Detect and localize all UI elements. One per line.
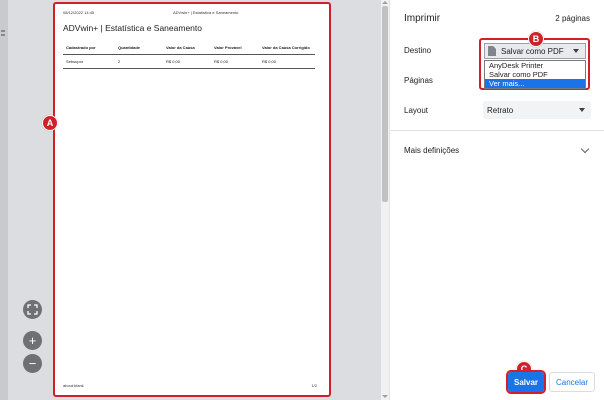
cancel-button[interactable]: Cancelar — [549, 372, 595, 392]
dropdown-option-see-more[interactable]: Ver mais... — [485, 79, 585, 88]
save-button[interactable]: Salvar — [506, 370, 546, 394]
zoom-out-button[interactable]: − — [23, 354, 42, 373]
section-divider — [390, 130, 604, 131]
document-icon — [488, 46, 496, 56]
scroll-up-arrow-icon[interactable] — [382, 1, 388, 4]
more-settings-toggle[interactable]: Mais definições — [404, 146, 459, 155]
pages-label: Páginas — [404, 76, 433, 85]
annotation-badge-a: A — [42, 115, 58, 131]
layout-label: Layout — [404, 106, 429, 115]
preview-page: 08/12/2022 14:45 ADVwin+ | Estatística e… — [53, 2, 331, 397]
preview-scrollbar[interactable] — [381, 0, 389, 400]
page-header-title: ADVwin+ | Estatística e Saneamento — [173, 10, 239, 15]
left-edge-strip — [0, 0, 8, 400]
column-header: Valor Provável — [211, 36, 259, 55]
print-settings-panel: Imprimir 2 páginas Destino Salvar como P… — [389, 0, 604, 400]
column-header: Cadastrado por — [63, 36, 115, 55]
page-footer-url: about:blank — [63, 383, 84, 388]
dropdown-option-save-pdf[interactable]: Salvar como PDF — [485, 70, 585, 79]
destination-value: Salvar como PDF — [501, 46, 564, 56]
page-header: 08/12/2022 14:45 ADVwin+ | Estatística e… — [63, 10, 321, 15]
report-table: Cadastrado por Quantidade Valor da Causa… — [63, 36, 315, 69]
destination-dropdown: AnyDesk Printer Salvar como PDF Ver mais… — [484, 60, 586, 89]
table-header-row: Cadastrado por Quantidade Valor da Causa… — [63, 36, 315, 55]
fit-to-page-button[interactable] — [23, 300, 42, 319]
annotation-badge-b: B — [528, 31, 544, 47]
edge-tick — [1, 34, 5, 36]
scroll-down-arrow-icon[interactable] — [382, 395, 388, 398]
document-title: ADVwin+ | Estatística e Saneamento — [63, 23, 202, 33]
page-footer: about:blank 1/2 — [63, 383, 317, 388]
table-row: Sebsupor 2 R$ 0,00 R$ 0,00 R$ 0,00 — [63, 54, 315, 69]
page-footer-number: 1/2 — [311, 383, 317, 388]
scroll-thumb[interactable] — [382, 6, 388, 202]
chevron-down-icon — [573, 49, 579, 53]
panel-title: Imprimir — [404, 13, 441, 24]
edge-tick — [1, 30, 5, 32]
page-header-date: 08/12/2022 14:45 — [63, 10, 95, 15]
chevron-down-icon — [579, 108, 585, 112]
fit-to-page-icon — [27, 304, 38, 315]
table-cell: 2 — [115, 54, 163, 69]
column-header: Quantidade — [115, 36, 163, 55]
table-cell: Sebsupor — [63, 54, 115, 69]
layout-select[interactable]: Retrato — [483, 101, 591, 119]
column-header: Valor da Causa — [163, 36, 211, 55]
table-cell: R$ 0,00 — [163, 54, 211, 69]
table-cell: R$ 0,00 — [259, 54, 315, 69]
chevron-down-icon[interactable] — [580, 144, 590, 154]
layout-value: Retrato — [487, 105, 514, 115]
zoom-in-button[interactable]: + — [23, 331, 42, 350]
print-preview-area: 08/12/2022 14:45 ADVwin+ | Estatística e… — [0, 0, 381, 400]
dropdown-option-anydesk[interactable]: AnyDesk Printer — [485, 61, 585, 70]
table-cell: R$ 0,00 — [211, 54, 259, 69]
column-header: Valor da Causa Corrigido — [259, 36, 315, 55]
page-count: 2 páginas — [555, 14, 590, 23]
destination-label: Destino — [404, 46, 432, 55]
